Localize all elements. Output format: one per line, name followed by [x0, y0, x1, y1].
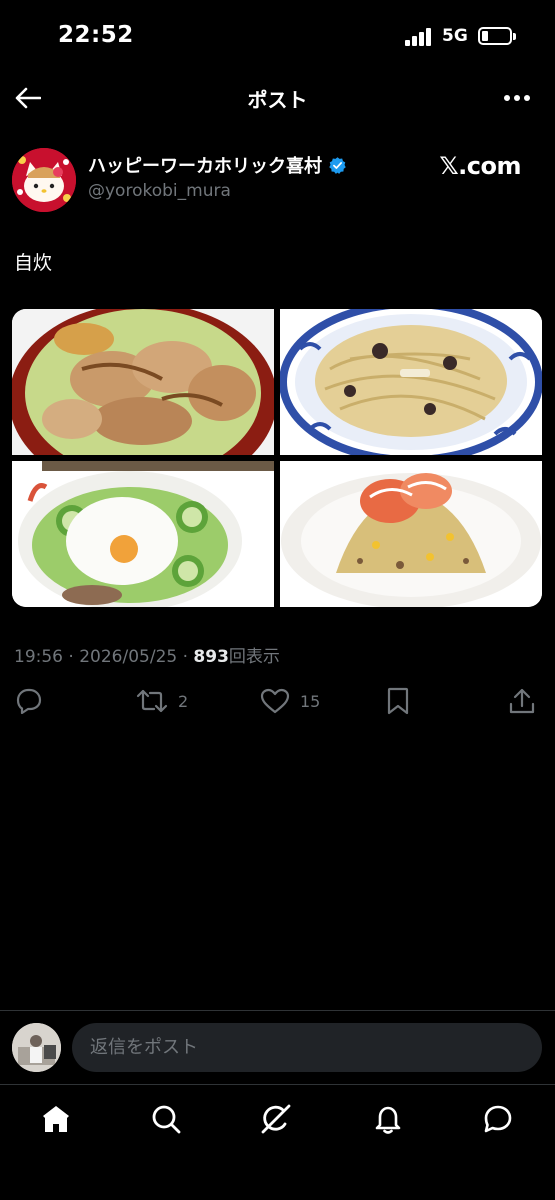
pasta-image [280, 309, 542, 455]
views-count: 893 [193, 647, 229, 667]
media-image-2[interactable] [280, 309, 542, 455]
bottom-tab-bar [0, 1084, 555, 1200]
current-user-avatar[interactable] [12, 1023, 61, 1072]
tab-messages[interactable] [478, 1099, 518, 1139]
tab-grok[interactable] [256, 1099, 296, 1139]
repost-button[interactable]: 2 [136, 684, 188, 718]
repost-count: 2 [178, 691, 189, 711]
reply-composer [0, 1010, 555, 1084]
media-image-3[interactable] [12, 461, 274, 607]
status-bar: 22:52 5G [0, 0, 555, 72]
post-actions: 2 15 [0, 684, 555, 718]
home-icon [43, 1106, 69, 1132]
egg-bowl-image [12, 461, 274, 607]
tab-search[interactable] [146, 1099, 186, 1139]
post-time: 19:56 [14, 647, 63, 667]
reply-button[interactable] [14, 684, 42, 718]
messages-icon [484, 1105, 512, 1133]
bookmark-icon [387, 687, 409, 715]
meta-separator: · [182, 647, 189, 667]
share-button[interactable] [508, 684, 536, 718]
post-text: 自炊 [14, 252, 53, 274]
tab-notifications[interactable] [368, 1099, 408, 1139]
meta-separator: · [68, 647, 74, 667]
user-avatar-image [12, 1023, 61, 1072]
grok-icon [261, 1104, 291, 1134]
reply-icon [16, 688, 42, 714]
page-title: ポスト [247, 88, 308, 112]
network-type: 5G [442, 26, 468, 46]
post-author: ハッピーワーカホリック喜村 @yorokobi_mura 𝕏.com [12, 146, 543, 212]
heart-icon [260, 688, 290, 714]
more-horizontal-icon [504, 95, 530, 101]
author-handle[interactable]: @yorokobi_mura [88, 181, 231, 201]
bell-icon [375, 1106, 401, 1134]
status-time: 22:52 [58, 22, 134, 48]
author-avatar[interactable] [12, 148, 76, 212]
media-image-4[interactable] [280, 461, 542, 607]
post-meta: 19:56 · 2026/05/25 · 893回表示 [14, 642, 280, 667]
media-image-1[interactable] [12, 309, 274, 455]
chicken-bowl-image [12, 309, 274, 455]
repost-icon [136, 689, 168, 713]
media-grid [12, 309, 542, 607]
tab-home[interactable] [36, 1099, 76, 1139]
nav-header: ポスト [0, 72, 555, 126]
battery-icon [478, 27, 512, 45]
views-label: 回表示 [228, 647, 280, 667]
post-date: 2026/05/25 [79, 647, 178, 667]
x-brand-logo: 𝕏.com [439, 152, 521, 180]
battery-tip [513, 33, 516, 40]
like-button[interactable]: 15 [260, 684, 320, 718]
share-icon [509, 688, 535, 714]
kitty-avatar-image [12, 148, 76, 212]
search-icon [152, 1105, 181, 1134]
author-display-name[interactable]: ハッピーワーカホリック喜村 [88, 152, 347, 178]
like-count: 15 [300, 691, 321, 711]
verified-badge-icon [329, 156, 346, 174]
more-options-button[interactable] [501, 84, 533, 112]
bookmark-button[interactable] [386, 684, 410, 718]
signal-icon [405, 28, 433, 46]
fried-rice-image [280, 461, 542, 607]
author-name-text: ハッピーワーカホリック喜村 [88, 156, 322, 177]
reply-input[interactable] [72, 1023, 542, 1072]
